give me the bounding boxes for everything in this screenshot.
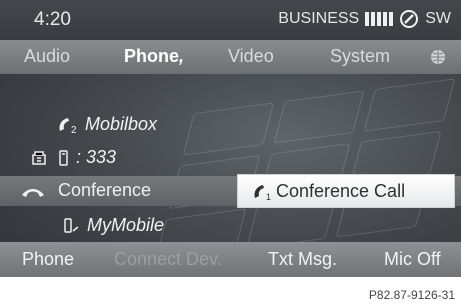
conference-label: Conference <box>58 180 152 200</box>
contact-number-333[interactable]: : 333 <box>30 147 116 168</box>
menu-video[interactable]: Video <box>228 46 274 67</box>
status-bar: 4:20 BUSINESS SW <box>0 0 461 40</box>
contacts-book-icon <box>32 151 46 165</box>
main-menu: Audio Phone, Video System <box>0 40 461 74</box>
globe-icon[interactable] <box>430 49 446 65</box>
clock: 4:20 <box>34 9 71 30</box>
handset-2-icon: 2 <box>59 118 77 135</box>
contact-number-label: : 333 <box>76 147 117 167</box>
direction-label: SW <box>425 10 451 27</box>
status-indicators: BUSINESS SW <box>278 9 451 29</box>
menu-phone-label: Phone <box>124 46 180 66</box>
signal-strength-icon <box>365 12 394 26</box>
compass-icon <box>400 10 419 28</box>
active-marker: , <box>179 46 185 66</box>
phone-device-icon <box>59 150 68 166</box>
menu-phone[interactable]: Phone, <box>124 46 184 67</box>
profile-label: BUSINESS <box>278 10 360 27</box>
keypad-background <box>154 78 456 262</box>
conference-call-button[interactable]: 1 Conference Call <box>237 174 455 208</box>
bottom-phone-button[interactable]: Phone <box>22 249 74 270</box>
bottom-txt-msg-button[interactable]: Txt Msg. <box>268 249 337 270</box>
menu-audio[interactable]: Audio <box>24 46 70 67</box>
handset-1-icon: 1 <box>254 185 271 202</box>
phone-screen: 4:20 BUSINESS SW Audio Phone, Video Syst… <box>0 0 461 277</box>
bottom-connect-dev-button[interactable]: Connect Dev. <box>114 249 222 270</box>
bottom-bar: Phone Connect Dev. Txt Msg. Mic Off <box>0 242 461 277</box>
hangup-icon <box>22 189 44 197</box>
svg-text:1: 1 <box>266 192 271 202</box>
device-mymobile-label: MyMobile <box>87 215 165 235</box>
menu-system[interactable]: System <box>330 46 390 67</box>
contact-mobilbox[interactable]: 2 Mobilbox <box>56 114 157 135</box>
device-mymobile[interactable]: MyMobile <box>62 215 164 236</box>
bottom-mic-off-button[interactable]: Mic Off <box>384 249 441 270</box>
contact-mobilbox-label: Mobilbox <box>85 114 158 134</box>
mobile-icon <box>64 218 79 233</box>
conference-call-label: Conference Call <box>276 181 406 201</box>
figure-caption: P82.87-9126-31 <box>368 288 455 302</box>
svg-text:2: 2 <box>71 125 77 135</box>
